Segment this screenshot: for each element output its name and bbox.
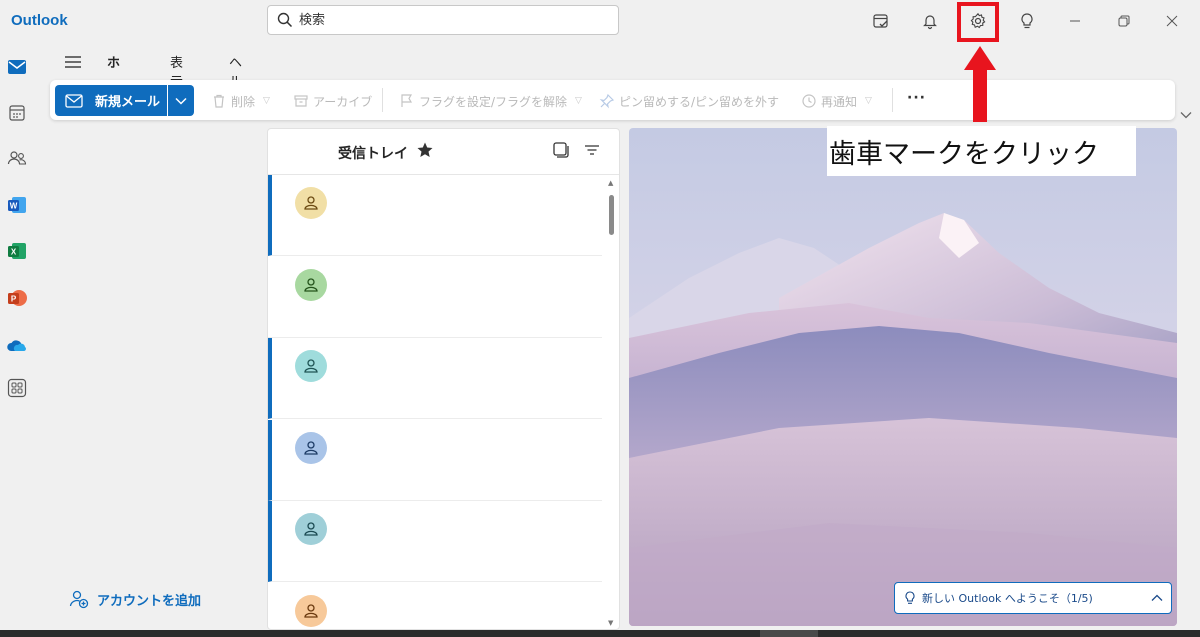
- delete-label: 削除: [231, 94, 256, 109]
- person-icon: [304, 522, 318, 536]
- svg-text:W: W: [10, 202, 18, 211]
- more-options-button[interactable]: ···: [907, 90, 926, 106]
- message-list: 受信トレイ ▲ ▼: [267, 128, 620, 630]
- add-account-button[interactable]: アカウントを追加: [69, 589, 201, 609]
- svg-text:X: X: [11, 248, 17, 257]
- avatar: [295, 187, 327, 219]
- chevron-down-icon: ▽: [865, 96, 872, 106]
- message-item[interactable]: [268, 420, 602, 501]
- message-item[interactable]: [268, 257, 602, 338]
- pin-button[interactable]: ピン留めする/ピン留めを外す: [599, 91, 779, 111]
- new-mail-label: 新規メール: [95, 95, 161, 110]
- new-mail-button[interactable]: 新規メール: [55, 85, 167, 116]
- title-bar: Outlook: [0, 0, 1200, 44]
- app-rail: W X P: [0, 44, 34, 634]
- archive-label: アーカイブ: [313, 94, 373, 109]
- avatar: [295, 595, 327, 627]
- people-icon[interactable]: [6, 147, 28, 169]
- hamburger-menu-icon[interactable]: [64, 54, 82, 73]
- taskbar-segment: [760, 630, 818, 637]
- scroll-thumb[interactable]: [609, 195, 614, 235]
- chevron-down-icon: ▽: [263, 96, 270, 106]
- message-item[interactable]: [268, 501, 602, 582]
- app-title: Outlook: [11, 12, 68, 29]
- person-icon: [304, 359, 318, 373]
- person-icon: [304, 441, 318, 455]
- lightbulb-icon: [905, 591, 915, 604]
- calendar-check-icon[interactable]: [870, 10, 892, 32]
- scroll-down-arrow[interactable]: ▼: [608, 619, 613, 627]
- archive-button[interactable]: アーカイブ: [293, 91, 372, 111]
- red-up-arrow: [964, 46, 996, 122]
- reading-pane: [629, 128, 1177, 626]
- apps-grid-icon[interactable]: [6, 377, 28, 399]
- archive-icon: [294, 95, 308, 107]
- message-list-header: 受信トレイ: [268, 129, 619, 175]
- annotation-caption: 歯車マークをクリック: [827, 126, 1136, 176]
- person-icon: [304, 278, 318, 292]
- person-icon: [304, 604, 318, 618]
- onedrive-icon[interactable]: [6, 334, 28, 356]
- trash-icon: [214, 94, 224, 108]
- avatar: [295, 350, 327, 382]
- envelope-icon: [65, 93, 83, 108]
- excel-icon[interactable]: X: [6, 240, 28, 262]
- minimize-icon[interactable]: [1064, 10, 1086, 32]
- mail-icon[interactable]: [6, 56, 28, 78]
- message-item[interactable]: [268, 583, 602, 629]
- toolbar-separator: [892, 88, 893, 112]
- search-icon: [277, 12, 293, 32]
- chevron-down-icon[interactable]: [1180, 104, 1192, 123]
- snooze-button[interactable]: 再通知 ▽: [801, 91, 872, 111]
- message-item[interactable]: [268, 338, 602, 419]
- toolbar-separator: [382, 88, 383, 112]
- filter-icon[interactable]: [583, 141, 601, 163]
- welcome-tip-button[interactable]: 新しい Outlook へようこそ（1/5): [894, 582, 1172, 614]
- ribbon-toolbar: 新規メール 削除 ▽ アーカイブ フラグを設定/フラグを解除 ▽ ピン留めする/…: [50, 80, 1175, 120]
- delete-button[interactable]: 削除 ▽: [211, 91, 270, 111]
- background-landscape-image: [629, 128, 1177, 626]
- avatar: [295, 432, 327, 464]
- add-person-icon: [69, 590, 89, 609]
- flag-label: フラグを設定/フラグを解除: [419, 94, 568, 109]
- flag-icon: [401, 94, 413, 107]
- pin-icon: [599, 93, 615, 109]
- svg-text:P: P: [11, 295, 17, 304]
- inbox-title: 受信トレイ: [338, 146, 408, 162]
- close-icon[interactable]: [1161, 10, 1183, 32]
- taskbar-strip: [0, 630, 1200, 637]
- folder-pane: [50, 128, 260, 628]
- flag-button[interactable]: フラグを設定/フラグを解除 ▽: [399, 91, 582, 111]
- clock-icon: [802, 94, 816, 108]
- restore-icon[interactable]: [1113, 10, 1135, 32]
- new-mail-dropdown-button[interactable]: [168, 85, 194, 116]
- lightbulb-icon[interactable]: [1016, 10, 1038, 32]
- search-input[interactable]: [299, 10, 599, 30]
- bell-icon[interactable]: [919, 10, 941, 32]
- powerpoint-icon[interactable]: P: [6, 287, 28, 309]
- person-icon: [304, 196, 318, 210]
- star-icon[interactable]: [416, 141, 434, 163]
- message-list-scrollbar[interactable]: ▲ ▼: [603, 175, 619, 629]
- word-icon[interactable]: W: [6, 194, 28, 216]
- chevron-down-icon: [175, 97, 187, 105]
- avatar: [295, 513, 327, 545]
- pin-label: ピン留めする/ピン留めを外す: [619, 94, 780, 109]
- scroll-up-arrow[interactable]: ▲: [608, 179, 613, 187]
- welcome-tip-label: 新しい Outlook へようこそ（1/5): [922, 592, 1093, 605]
- chevron-down-icon: ▽: [575, 96, 582, 106]
- snooze-label: 再通知: [821, 94, 858, 109]
- avatar: [295, 269, 327, 301]
- chevron-up-icon[interactable]: [1151, 592, 1163, 605]
- search-box[interactable]: [267, 5, 619, 35]
- select-mode-icon[interactable]: [552, 141, 570, 163]
- add-account-label: アカウントを追加: [97, 593, 202, 609]
- message-item[interactable]: [268, 175, 602, 256]
- calendar-icon[interactable]: [6, 102, 28, 124]
- gear-highlight-box: [957, 2, 999, 42]
